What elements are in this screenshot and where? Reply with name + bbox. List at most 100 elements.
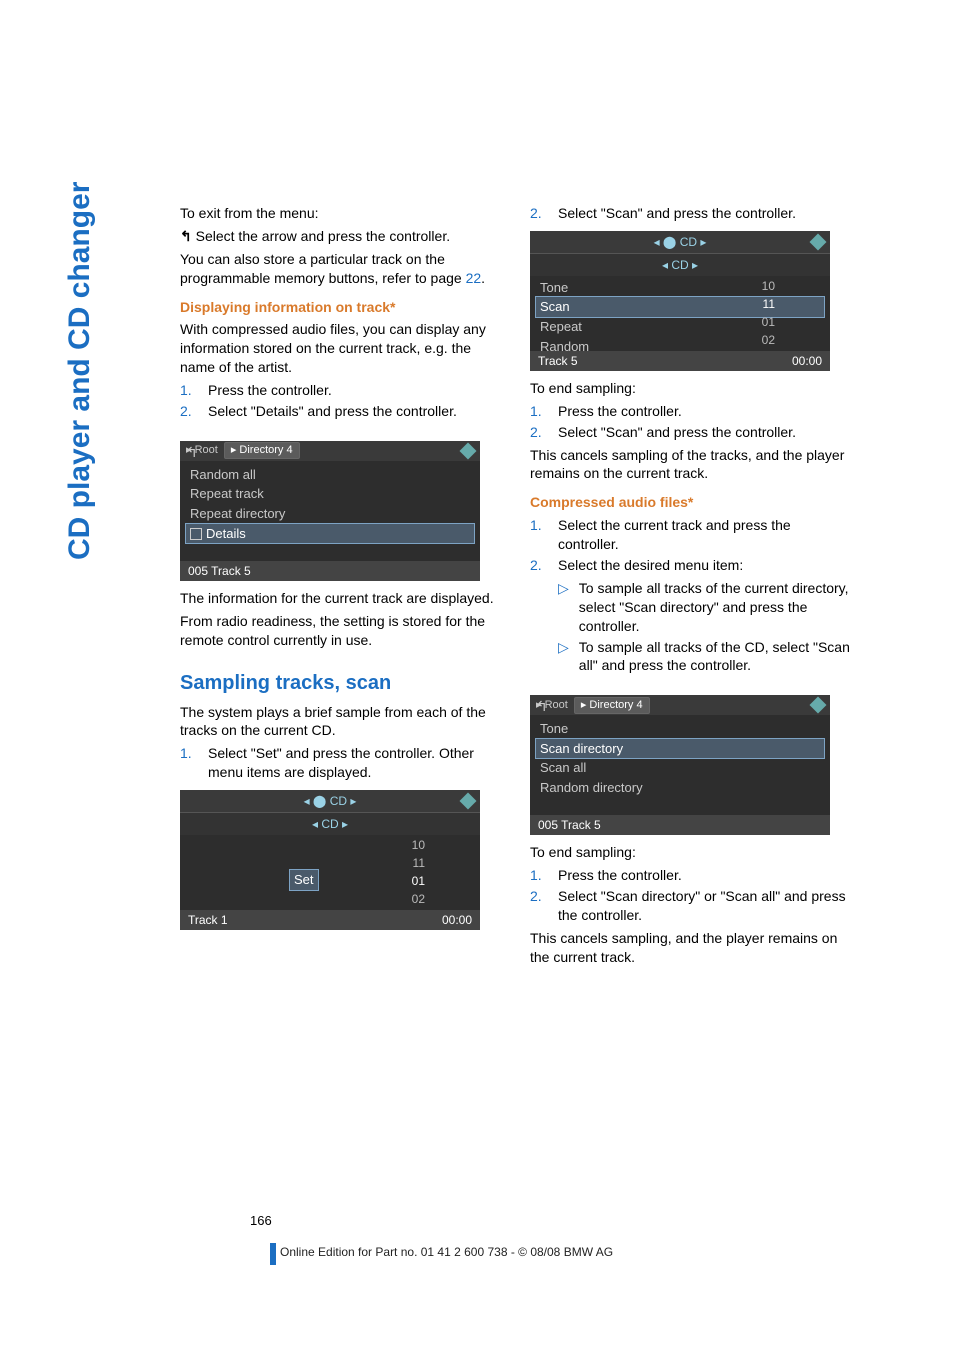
paragraph: This cancels sampling of the tracks, and…: [530, 446, 850, 484]
text: Select "Set" and press the controller. O…: [208, 744, 500, 782]
paragraph: You can also store a particular track on…: [180, 250, 500, 288]
paragraph: To end sampling:: [530, 843, 850, 862]
tab-directory: ▸ Directory 4: [224, 442, 300, 459]
text: Select the arrow and press the controlle…: [196, 228, 450, 244]
footer-line: Online Edition for Part no. 01 41 2 600 …: [280, 1244, 613, 1260]
paragraph: To end sampling:: [530, 379, 850, 398]
diamond-icon: [810, 233, 827, 250]
list-number: 2.: [530, 423, 548, 442]
text: Press the controller.: [208, 381, 332, 400]
tab-directory: ▸ Directory 4: [574, 697, 650, 714]
text: Select the desired menu item:: [558, 556, 743, 575]
screenshot-subbar: ◂ CD ▸: [530, 254, 830, 276]
ordered-list: 1. Press the controller. 2. Select "Scan" …: [530, 402, 850, 442]
menu-item: Tone: [536, 719, 824, 739]
sub-list-item: ▷ To sample all tracks of the CD, select …: [558, 638, 850, 676]
footer-text: 005 Track 5: [538, 817, 601, 833]
triangle-icon: ▷: [558, 638, 569, 676]
footer-left: Track 1: [188, 912, 228, 928]
device-screenshot: ◂ ⬤ CD ▸ ◂ CD ▸ Tone Scan Repeat Random …: [530, 231, 830, 371]
checkbox-icon: [190, 528, 202, 540]
menu-item: Random all: [186, 465, 474, 485]
text: To sample all tracks of the current dire…: [579, 579, 850, 636]
menu-item-selected: Details: [186, 524, 474, 544]
back-icon: ↰: [536, 697, 548, 716]
list-item: 1. Press the controller.: [530, 402, 850, 421]
screenshot-subbar: ◂ CD ▸: [180, 813, 480, 835]
paragraph: From radio readiness, the setting is sto…: [180, 612, 500, 650]
sub-list-item: ▷To sample all tracks of the current dir…: [558, 579, 850, 636]
menu-item-selected: Set: [290, 870, 318, 890]
screenshot-topbar: ◂ ⬤ CD ▸: [530, 231, 830, 254]
paragraph: The information for the current track ar…: [180, 589, 500, 608]
menu-item-selected: Scan: [536, 297, 824, 317]
left-column: To exit from the menu: ↰ Select the arro…: [180, 200, 500, 971]
paragraph: With compressed audio files, you can dis…: [180, 320, 500, 377]
list-item: 2. Select the desired menu item:: [530, 556, 850, 575]
list-number: 1.: [180, 744, 198, 782]
side-chapter-title: CD player and CD changer: [60, 182, 101, 560]
device-screenshot: ↰ ▸ Root ▸ Directory 4 Tone Scan directo…: [530, 695, 830, 835]
menu-item: Tone: [536, 278, 824, 298]
heading-orange: Compressed audio files*: [530, 493, 850, 512]
menu-item: Repeat directory: [186, 504, 474, 524]
screenshot-topbar: ◂ ⬤ CD ▸: [180, 790, 480, 813]
text: Select "Details" and press the controlle…: [208, 402, 457, 421]
list-number: 2.: [530, 887, 548, 925]
list-item: 2. Select "Scan" and press the controller…: [530, 204, 850, 223]
text: Select "Scan" and press the controller.: [558, 423, 796, 442]
heading-orange: Displaying information on track*: [180, 298, 500, 317]
list-number: 1.: [530, 402, 548, 421]
list-item: 1. Select "Set" and press the controller.…: [180, 744, 500, 782]
device-screenshot: ↰ ▸ Root ▸ Directory 4 Random all Repeat…: [180, 441, 480, 581]
list-number: 1.: [530, 516, 548, 554]
list-number: 1.: [180, 381, 198, 400]
number-column: 10 11 01 02: [762, 277, 775, 349]
list-number: 2.: [180, 402, 198, 421]
menu-item: Repeat: [536, 317, 824, 337]
number-column: 10 11 01 02: [412, 836, 425, 908]
paragraph: This cancels sampling, and the player re…: [530, 929, 850, 967]
back-arrow-icon: ↰: [180, 228, 196, 244]
text: Select "Scan directory" or "Scan all" an…: [558, 887, 850, 925]
content-columns: To exit from the menu: ↰ Select the arro…: [180, 200, 854, 971]
list-number: 2.: [530, 556, 548, 575]
text: Select "Scan" and press the controller.: [558, 204, 796, 223]
menu-item: Scan all: [536, 758, 824, 778]
list-item: 1. Select the current track and press the…: [530, 516, 850, 554]
paragraph: To exit from the menu:: [180, 204, 500, 223]
page-number: 166: [250, 1212, 272, 1230]
page-link[interactable]: 22: [466, 270, 482, 286]
list-item: 1. Press the controller.: [180, 381, 500, 400]
accent-bar: [270, 1243, 276, 1265]
page: CD player and CD changer To exit from th…: [0, 0, 954, 1350]
text: To sample all tracks of the CD, select "…: [579, 638, 850, 676]
ordered-list: 2. Select "Scan" and press the controller…: [530, 204, 850, 223]
text: .: [481, 270, 485, 286]
triangle-icon: ▷: [558, 579, 569, 636]
device-screenshot: ◂ ⬤ CD ▸ ◂ CD ▸ 10 11 01 02 Set Track 1 …: [180, 790, 480, 930]
paragraph: ↰ Select the arrow and press the control…: [180, 227, 500, 246]
text: You can also store a particular track on…: [180, 251, 466, 286]
menu-item: Random directory: [536, 778, 824, 798]
heading-blue: Sampling tracks, scan: [180, 670, 500, 697]
footer-right: 00:00: [792, 353, 822, 369]
list-number: 2.: [530, 204, 548, 223]
ordered-list: 1. Select "Set" and press the controller.…: [180, 744, 500, 782]
right-column: 2. Select "Scan" and press the controller…: [530, 200, 850, 971]
menu-item-selected: Scan directory: [536, 739, 824, 759]
ordered-list: 1. Press the controller. 2. Select "Detail…: [180, 381, 500, 421]
footer-text: 005 Track 5: [188, 563, 251, 579]
footer-right: 00:00: [442, 912, 472, 928]
text: Select the current track and press the c…: [558, 516, 850, 554]
list-item: 2. Select "Details" and press the control…: [180, 402, 500, 421]
ordered-list: 1. Select the current track and press the…: [530, 516, 850, 575]
list-item: 2. Select "Scan directory" or "Scan all" …: [530, 887, 850, 925]
text: Press the controller.: [558, 402, 682, 421]
footer-left: Track 5: [538, 353, 578, 369]
back-icon: ↰: [186, 443, 198, 462]
diamond-icon: [460, 793, 477, 810]
text: Press the controller.: [558, 866, 682, 885]
ordered-list: 1.Press the controller. 2.Select "Scan d…: [530, 866, 850, 925]
list-item: 2. Select "Scan" and press the controller…: [530, 423, 850, 442]
